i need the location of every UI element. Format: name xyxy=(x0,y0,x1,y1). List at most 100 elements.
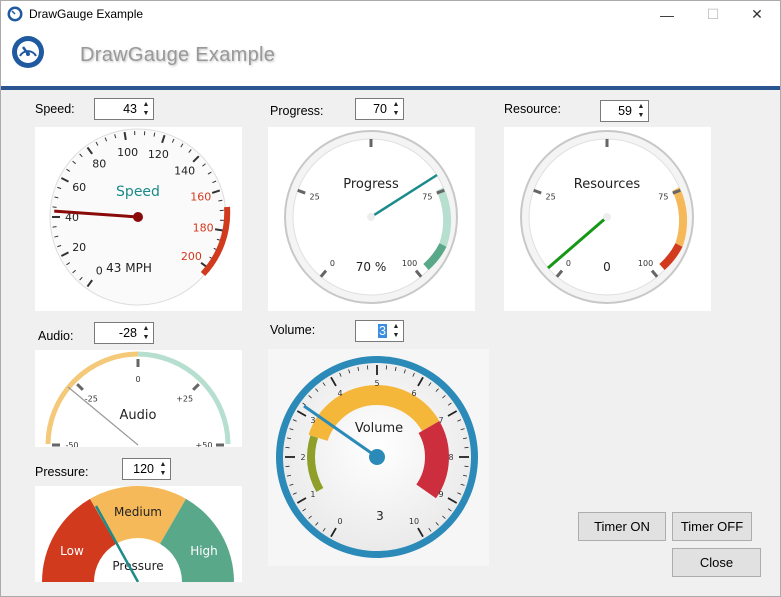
speed-tick-label: 160 xyxy=(190,191,211,204)
speed-value[interactable]: 43 xyxy=(123,102,137,116)
volume-gauge: 0 1 2 3 4 5 6 7 8 9 10 Volume 3 xyxy=(276,356,478,558)
volume-value[interactable]: 3 xyxy=(378,324,387,338)
spin-up-icon[interactable]: ▲ xyxy=(140,324,152,333)
pressure-gauge-panel: Low Medium High Pressure xyxy=(35,486,242,583)
volume-tick-label: 6 xyxy=(411,389,416,398)
volume-tick-label: 0 xyxy=(337,517,342,526)
resources-tick-label: 75 xyxy=(658,192,668,201)
progress-gauge-panel: 0 25 75 100 Progress 70 % xyxy=(268,127,475,311)
pressure-spinbox[interactable]: 120 ▲ ▼ xyxy=(122,458,171,480)
volume-spin-arrows[interactable]: ▲ ▼ xyxy=(390,322,402,340)
minimize-icon: — xyxy=(660,6,674,23)
progress-tick-label: 75 xyxy=(422,192,432,201)
speed-spin-arrows[interactable]: ▲ ▼ xyxy=(140,100,152,118)
speed-tick-label: 140 xyxy=(174,164,195,177)
audio-gauge-title: Audio xyxy=(120,408,157,423)
progress-spin-arrows[interactable]: ▲ ▼ xyxy=(390,100,402,118)
speed-tick-label: 80 xyxy=(92,158,106,171)
speed-tick-label: 180 xyxy=(193,221,214,234)
pressure-zone-high-label: High xyxy=(190,544,218,558)
resources-gauge: 0 25 75 100 Resources 0 xyxy=(520,130,694,304)
spin-down-icon[interactable]: ▼ xyxy=(390,331,402,340)
volume-tick-label: 5 xyxy=(374,379,379,388)
volume-gauge-title: Volume xyxy=(355,421,403,436)
audio-spin-arrows[interactable]: ▲ ▼ xyxy=(140,324,152,342)
minimize-button[interactable]: — xyxy=(644,1,690,28)
audio-tick xyxy=(192,383,200,391)
volume-tick-label: 4 xyxy=(337,389,342,398)
timer-on-button[interactable]: Timer ON xyxy=(578,512,666,541)
spin-down-icon[interactable]: ▼ xyxy=(140,109,152,118)
progress-spinbox[interactable]: 70 ▲ ▼ xyxy=(355,98,404,120)
pressure-spin-arrows[interactable]: ▲ ▼ xyxy=(157,460,169,478)
spin-down-icon[interactable]: ▼ xyxy=(140,333,152,342)
audio-gauge: -50-250+25+50 Audio xyxy=(45,351,231,450)
speed-spinbox[interactable]: 43 ▲ ▼ xyxy=(94,98,154,120)
volume-spinbox[interactable]: 3 ▲ ▼ xyxy=(355,320,404,342)
pressure-gauge: Low Medium High Pressure xyxy=(42,486,234,583)
volume-tick-label: 9 xyxy=(439,490,444,499)
resources-gauge-panel: 0 25 75 100 Resources 0 xyxy=(504,127,711,311)
progress-needle-hub xyxy=(367,213,375,221)
volume-tick-label: 3 xyxy=(310,416,315,425)
progress-gauge-title: Progress xyxy=(343,177,399,192)
speed-tick-label: 60 xyxy=(72,181,86,194)
maximize-button[interactable]: ☐ xyxy=(690,1,736,28)
speed-readout: 43 MPH xyxy=(106,261,152,275)
pressure-zone-low-label: Low xyxy=(60,544,84,558)
volume-label: Volume: xyxy=(270,323,316,337)
progress-readout: 70 % xyxy=(356,260,387,274)
app-window: DrawGauge Example — ☐ ✕ DrawGauge Exampl… xyxy=(0,0,781,597)
speed-label: Speed: xyxy=(35,102,75,116)
audio-value[interactable]: -28 xyxy=(119,326,137,340)
timer-off-button[interactable]: Timer OFF xyxy=(672,512,752,541)
volume-readout: 3 xyxy=(376,509,384,523)
speed-gauge-title: Speed xyxy=(116,184,160,200)
spin-down-icon[interactable]: ▼ xyxy=(635,111,647,120)
pressure-value[interactable]: 120 xyxy=(133,462,154,476)
maximize-icon: ☐ xyxy=(706,6,720,22)
resource-value[interactable]: 59 xyxy=(618,104,632,118)
resource-spinbox[interactable]: 59 ▲ ▼ xyxy=(600,100,649,122)
speed-tick-label: 20 xyxy=(72,241,86,254)
audio-spinbox[interactable]: -28 ▲ ▼ xyxy=(94,322,154,344)
spin-down-icon[interactable]: ▼ xyxy=(157,469,169,478)
volume-tick-label: 7 xyxy=(439,416,444,425)
volume-tick-label: 1 xyxy=(310,490,315,499)
speed-gauge-panel: 0 20 40 60 80 100 120 140 160 180 200 Speed 43 MPH xyxy=(35,127,242,311)
speed-tick xyxy=(123,131,127,141)
resource-label: Resource: xyxy=(504,102,561,116)
speed-tick xyxy=(214,228,224,232)
resources-needle-hub xyxy=(603,213,611,221)
speed-tick-label: 200 xyxy=(181,250,202,263)
audio-tick-label: +50 xyxy=(196,441,213,447)
speed-tick-label: 0 xyxy=(96,264,103,277)
resources-tick-label: 100 xyxy=(638,259,653,268)
audio-tick-label: 0 xyxy=(135,375,140,384)
speed-tick-label: 120 xyxy=(148,148,169,161)
close-button[interactable]: Close xyxy=(672,548,761,577)
audio-ticks: -50-250+25+50 xyxy=(52,359,224,450)
volume-tick-label: 10 xyxy=(409,517,419,526)
resources-gauge-title: Resources xyxy=(574,177,641,192)
spin-down-icon[interactable]: ▼ xyxy=(390,109,402,118)
close-window-button[interactable]: ✕ xyxy=(734,1,780,28)
spin-up-icon[interactable]: ▲ xyxy=(635,102,647,111)
gauge-app-icon xyxy=(7,6,23,22)
audio-tick xyxy=(76,383,84,391)
spin-up-icon[interactable]: ▲ xyxy=(390,322,402,331)
speed-gauge: 020406080100 120140160180200 Speed 43 MPH xyxy=(49,128,231,306)
pressure-gauge-title: Pressure xyxy=(112,559,163,573)
audio-gauge-panel: -50 -25 0 +25 +50 Audio xyxy=(35,350,242,450)
volume-band-high xyxy=(416,421,449,499)
title-bar[interactable]: DrawGauge Example — ☐ ✕ xyxy=(1,1,780,28)
pressure-zone-medium-label: Medium xyxy=(114,505,162,519)
progress-value[interactable]: 70 xyxy=(373,102,387,116)
resource-spin-arrows[interactable]: ▲ ▼ xyxy=(635,102,647,120)
resources-tick-label: 25 xyxy=(546,192,556,201)
resources-tick-label: 0 xyxy=(566,259,571,268)
spin-up-icon[interactable]: ▲ xyxy=(157,460,169,469)
spin-up-icon[interactable]: ▲ xyxy=(390,100,402,109)
spin-up-icon[interactable]: ▲ xyxy=(140,100,152,109)
resources-readout: 0 xyxy=(603,260,611,274)
